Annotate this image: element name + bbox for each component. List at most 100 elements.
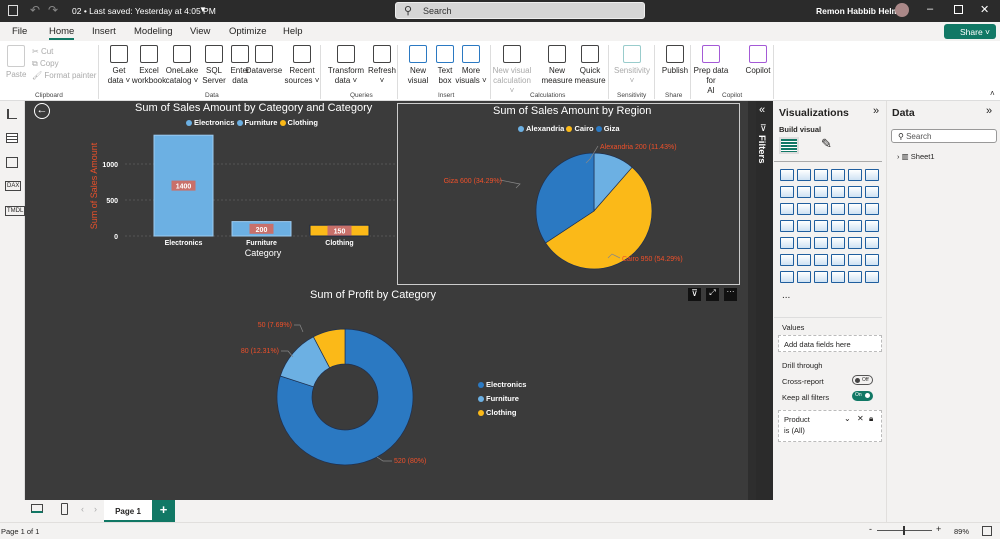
save-icon[interactable] — [8, 5, 18, 16]
chevron-down-icon[interactable]: ▼ — [199, 5, 207, 14]
zoom-out-button[interactable]: - — [869, 524, 872, 534]
file-title[interactable]: 02 • Last saved: Yesterday at 4:05 PM — [72, 6, 216, 16]
avatar[interactable] — [895, 3, 909, 17]
canvas-scrollbar[interactable] — [748, 101, 756, 500]
visual-type-icon[interactable] — [814, 203, 828, 215]
copilot-ribbon-button[interactable]: Copilot — [738, 45, 778, 76]
visual-type-icon[interactable] — [814, 237, 828, 249]
insert-ribbon-button[interactable]: More visuals ˅ — [451, 45, 491, 86]
format-painter-button[interactable]: 🖌 Format painter — [32, 70, 96, 82]
visual-type-icon[interactable] — [814, 186, 828, 198]
visual-type-icon[interactable] — [814, 271, 828, 283]
filter-icon[interactable]: ⊽ — [688, 288, 701, 301]
filter-card[interactable]: Product is (All) ⌄ ✕ 🔒︎ — [778, 410, 882, 442]
page-tab[interactable]: Page 1 — [104, 500, 152, 522]
close-icon[interactable]: ✕ — [980, 3, 989, 16]
legend-item[interactable]: Electronics — [478, 378, 526, 392]
redo-icon[interactable]: ↷ — [48, 3, 58, 17]
zoom-slider[interactable] — [877, 526, 932, 535]
visual-type-icon[interactable] — [848, 203, 862, 215]
visual-type-icon[interactable] — [848, 254, 862, 266]
visual-type-icon[interactable] — [797, 220, 811, 232]
visual-type-icon[interactable] — [780, 186, 794, 198]
prev-page-icon[interactable]: ‹ — [81, 504, 84, 514]
dax-query-icon[interactable]: DAX — [5, 181, 22, 191]
zoom-slider-thumb[interactable] — [903, 526, 905, 535]
add-page-button[interactable]: + — [152, 500, 175, 522]
visual-type-icon[interactable] — [848, 237, 862, 249]
data-ribbon-button[interactable]: Dataverse — [244, 45, 284, 76]
visual-type-icon[interactable] — [831, 203, 845, 215]
visual-type-icon[interactable] — [865, 254, 879, 266]
visual-type-icon[interactable] — [797, 271, 811, 283]
expand-icon[interactable]: « — [759, 104, 765, 116]
queries-ribbon-button[interactable]: Transform data ˅ — [326, 45, 366, 86]
visual-type-icon[interactable] — [814, 169, 828, 181]
visual-type-icon[interactable] — [780, 237, 794, 249]
visual-type-icon[interactable] — [814, 220, 828, 232]
visual-type-icon[interactable] — [865, 271, 879, 283]
pie-chart-visual[interactable]: Sum of Sales Amount by Region Alexandria… — [397, 103, 740, 285]
chevron-down-icon[interactable]: ⌄ — [844, 413, 851, 424]
report-canvas[interactable]: ← Sum of Sales Amount by Category and Ca… — [25, 101, 748, 500]
tmdl-view-icon[interactable]: TMDL — [5, 206, 26, 216]
data-ribbon-button[interactable]: Recent sources ˅ — [282, 45, 322, 86]
format-visual-icon[interactable]: ✎ — [821, 136, 832, 152]
paste-button[interactable]: Paste — [6, 45, 26, 80]
visual-type-icon[interactable] — [780, 254, 794, 266]
visual-type-icon[interactable] — [797, 237, 811, 249]
data-search-input[interactable]: ⚲ Search — [891, 129, 997, 143]
visual-type-icon[interactable] — [865, 237, 879, 249]
table-item[interactable]: › ▥ Sheet1 — [897, 152, 935, 161]
undo-icon[interactable]: ↶ — [30, 3, 40, 17]
visual-type-icon[interactable] — [831, 186, 845, 198]
visual-type-icon[interactable] — [865, 186, 879, 198]
collapse-icon[interactable]: » — [873, 105, 879, 117]
visual-type-icon[interactable] — [848, 169, 862, 181]
focus-mode-icon[interactable]: ⤢ — [706, 288, 719, 301]
mobile-layout-icon[interactable] — [61, 503, 68, 515]
calculations-ribbon-button[interactable]: New visual calculation ˅ — [492, 45, 532, 96]
clear-filter-icon[interactable]: ✕ — [857, 413, 864, 424]
copilot-ribbon-button[interactable]: Prep data for AI — [691, 45, 731, 96]
visual-type-icon[interactable] — [780, 169, 794, 181]
fit-to-page-icon[interactable] — [982, 526, 992, 536]
tab-modeling[interactable]: Modeling — [134, 26, 173, 37]
visual-type-icon[interactable] — [780, 220, 794, 232]
table-view-icon[interactable] — [6, 133, 18, 143]
tab-insert[interactable]: Insert — [92, 26, 116, 37]
visual-type-icon[interactable] — [780, 203, 794, 215]
lock-icon[interactable]: 🔒︎ — [869, 413, 873, 424]
legend-item[interactable]: Furniture — [478, 392, 526, 406]
queries-ribbon-button[interactable]: Refresh ˅ — [362, 45, 402, 86]
next-page-icon[interactable]: › — [94, 504, 97, 514]
visual-type-icon[interactable] — [848, 186, 862, 198]
visual-type-icon[interactable] — [831, 237, 845, 249]
keep-filters-toggle[interactable]: On — [852, 391, 873, 401]
visual-type-icon[interactable] — [848, 220, 862, 232]
visual-type-icon[interactable] — [831, 271, 845, 283]
user-name[interactable]: Remon Habbib Helmy — [816, 6, 904, 16]
visual-type-icon[interactable] — [831, 169, 845, 181]
sensitivity-ribbon-button[interactable]: Sensitivity ˅ — [612, 45, 652, 86]
build-visual-tab[interactable] — [779, 137, 799, 154]
visual-type-icon[interactable] — [797, 254, 811, 266]
visual-type-icon[interactable] — [865, 220, 879, 232]
filters-pane-collapsed[interactable]: « ⊽ Filters — [756, 101, 773, 500]
report-view-icon[interactable] — [7, 109, 17, 119]
cross-report-toggle[interactable]: Off — [852, 375, 873, 385]
donut-chart-visual[interactable]: Sum of Profit by Category ⊽ ⤢ ··· Electr… — [25, 287, 742, 497]
tab-optimize[interactable]: Optimize — [229, 26, 266, 37]
more-options-icon[interactable]: ··· — [724, 288, 737, 301]
collapse-ribbon-icon[interactable]: ˄ — [990, 89, 995, 98]
bar-chart-visual[interactable]: Sum of Sales Amount by Category and Cate… — [25, 101, 395, 281]
visual-type-icon[interactable] — [831, 254, 845, 266]
share-ribbon-button[interactable]: Publish — [655, 45, 695, 76]
visual-type-icon[interactable] — [780, 271, 794, 283]
visual-type-icon[interactable] — [797, 203, 811, 215]
tab-view[interactable]: View — [190, 26, 210, 37]
visual-type-icon[interactable] — [865, 169, 879, 181]
visual-type-icon[interactable] — [797, 186, 811, 198]
tab-home[interactable]: Home — [49, 26, 75, 40]
cut-button[interactable]: ✂ Cut — [32, 46, 96, 58]
